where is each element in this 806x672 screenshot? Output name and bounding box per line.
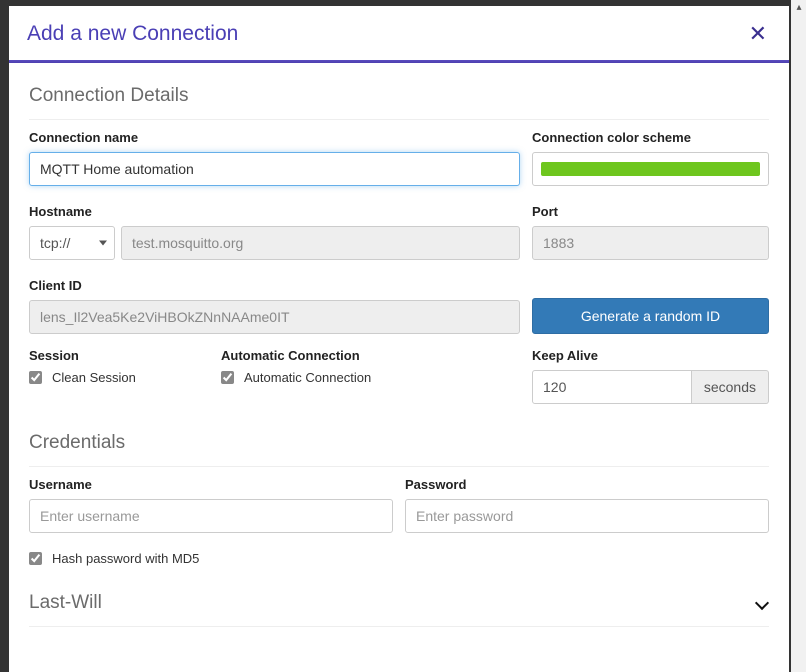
connection-name-input[interactable] [29,152,520,186]
hash-md5-label: Hash password with MD5 [52,551,199,566]
auto-connection-checkbox[interactable] [221,371,234,384]
hostname-input[interactable]: test.mosquitto.org [121,226,520,260]
section-credentials: Credentials [29,428,769,467]
chevron-down-icon [755,596,769,610]
add-connection-modal: Add a new Connection ✕ Connection Detail… [9,6,789,672]
session-label: Session [29,348,209,363]
client-id-label: Client ID [29,278,520,293]
clean-session-checkbox[interactable] [29,371,42,384]
username-input[interactable] [29,499,393,533]
section-last-will[interactable]: Last-Will [29,588,769,627]
password-input[interactable] [405,499,769,533]
section-connection-details: Connection Details [29,81,769,120]
scrollbar[interactable]: ▴ [791,0,806,672]
hostname-label: Hostname [29,204,520,219]
color-scheme-label: Connection color scheme [532,130,769,145]
close-icon[interactable]: ✕ [745,23,771,45]
color-scheme-picker[interactable] [532,152,769,186]
modal-body: Connection Details Connection name Conne… [9,63,789,647]
last-will-label: Last-Will [29,592,102,614]
modal-header: Add a new Connection ✕ [9,6,789,60]
clean-session-label: Clean Session [52,370,136,385]
scheme-select[interactable]: tcp:// [29,226,115,260]
color-swatch [541,162,760,176]
hash-md5-checkbox[interactable] [29,552,42,565]
username-label: Username [29,477,393,492]
generate-random-id-button[interactable]: Generate a random ID [532,298,769,334]
keep-alive-unit: seconds [692,370,769,404]
port-input[interactable]: 1883 [532,226,769,260]
auto-connection-label: Automatic Connection [221,348,520,363]
port-label: Port [532,204,769,219]
keep-alive-input[interactable] [532,370,692,404]
password-label: Password [405,477,769,492]
keep-alive-label: Keep Alive [532,348,769,363]
client-id-input[interactable]: lens_Il2Vea5Ke2ViHBOkZNnNAAme0IT [29,300,520,334]
auto-connection-checkbox-label: Automatic Connection [244,370,371,385]
modal-title: Add a new Connection [27,22,238,46]
connection-name-label: Connection name [29,130,520,145]
scrollbar-up-icon[interactable]: ▴ [791,0,806,16]
